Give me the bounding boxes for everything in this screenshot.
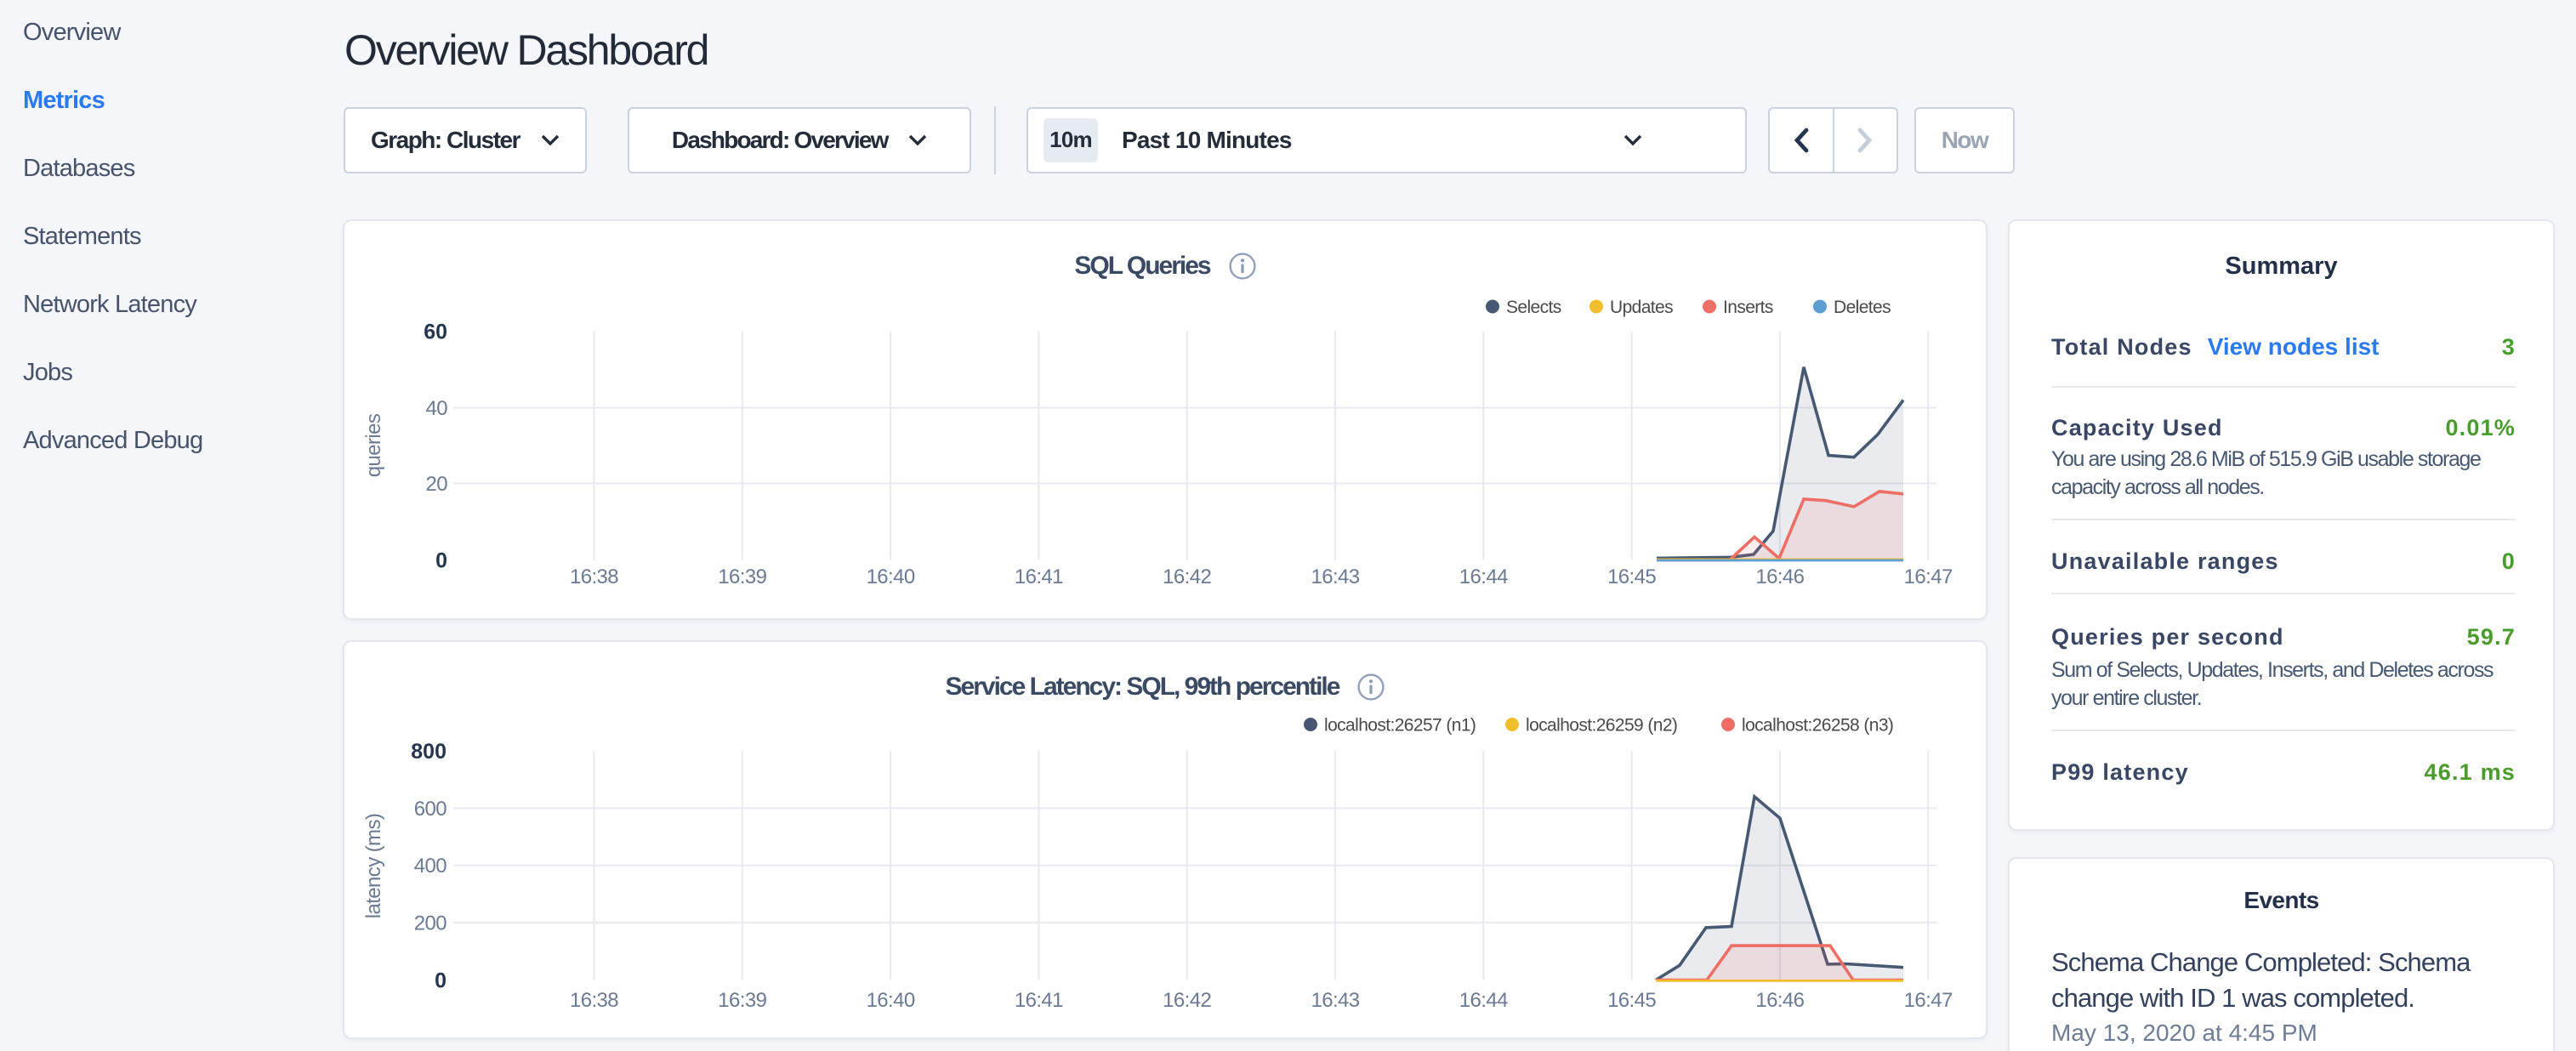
svg-text:Deletes: Deletes <box>1834 298 1891 317</box>
svg-text:localhost:26259 (n2): localhost:26259 (n2) <box>1526 715 1677 735</box>
svg-text:16:44: 16:44 <box>1459 565 1508 588</box>
svg-text:16:43: 16:43 <box>1311 565 1359 588</box>
svg-text:Selects: Selects <box>1506 298 1561 317</box>
svg-text:60: 60 <box>424 320 447 344</box>
svg-text:16:40: 16:40 <box>867 989 915 1012</box>
svg-text:16:42: 16:42 <box>1163 565 1211 588</box>
svg-text:16:45: 16:45 <box>1607 989 1656 1012</box>
svg-text:16:45: 16:45 <box>1607 565 1656 588</box>
svg-text:16:38: 16:38 <box>570 565 618 588</box>
svg-text:0: 0 <box>435 548 447 572</box>
svg-text:16:44: 16:44 <box>1459 989 1508 1012</box>
svg-text:16:47: 16:47 <box>1904 989 1953 1012</box>
svg-text:200: 200 <box>414 912 446 935</box>
svg-text:queries: queries <box>362 413 385 477</box>
svg-text:localhost:26257 (n1): localhost:26257 (n1) <box>1324 715 1476 735</box>
svg-text:600: 600 <box>414 797 446 820</box>
svg-text:40: 40 <box>426 397 448 420</box>
svg-text:400: 400 <box>414 855 446 878</box>
svg-text:16:46: 16:46 <box>1755 989 1804 1012</box>
svg-text:16:47: 16:47 <box>1904 565 1953 588</box>
svg-text:16:46: 16:46 <box>1755 565 1804 588</box>
svg-text:800: 800 <box>411 740 446 764</box>
svg-text:localhost:26258 (n3): localhost:26258 (n3) <box>1742 715 1893 735</box>
svg-text:16:38: 16:38 <box>570 989 618 1012</box>
svg-text:16:39: 16:39 <box>718 565 766 588</box>
svg-text:16:41: 16:41 <box>1015 989 1063 1012</box>
svg-text:16:43: 16:43 <box>1311 989 1359 1012</box>
svg-text:16:40: 16:40 <box>867 565 915 588</box>
svg-text:16:41: 16:41 <box>1015 565 1063 588</box>
svg-text:16:39: 16:39 <box>718 989 766 1012</box>
svg-text:latency (ms): latency (ms) <box>362 813 385 918</box>
svg-text:20: 20 <box>426 473 448 496</box>
svg-text:Updates: Updates <box>1610 298 1673 317</box>
svg-text:0: 0 <box>435 969 446 992</box>
svg-text:Inserts: Inserts <box>1723 298 1773 317</box>
svg-text:16:42: 16:42 <box>1163 989 1211 1012</box>
